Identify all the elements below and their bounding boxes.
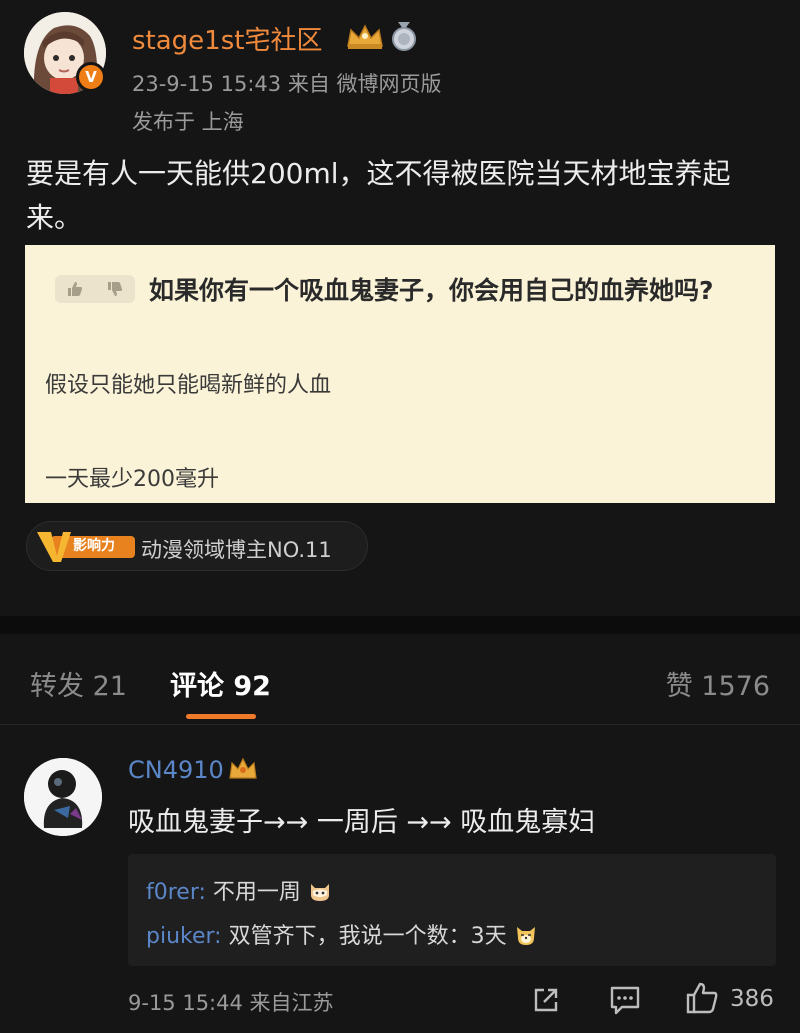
reply-text: 双管齐下，我说一个数：3天 bbox=[221, 924, 507, 949]
cat-emoji-icon bbox=[310, 884, 329, 901]
reply-username[interactable]: f0rer: bbox=[146, 880, 206, 905]
reply-item[interactable]: piuker: 双管齐下，我说一个数：3天 bbox=[146, 918, 538, 950]
post-text: 要是有人一天能供200ml，这不得被医院当天材地宝养起来。 bbox=[26, 157, 731, 234]
post-meta: 23-9-15 15:43 来自 微博网页版 bbox=[132, 72, 442, 96]
like-icon[interactable] bbox=[684, 980, 720, 1016]
influence-badge[interactable]: 影响力 动漫领域博主NO.11 bbox=[26, 521, 368, 571]
post-location: 发布于 上海 bbox=[132, 110, 244, 134]
comment-text: 吸血鬼妻子→→ 一周后 →→ 吸血鬼寡妇 bbox=[128, 807, 596, 838]
quote-card[interactable]: 如果你有一个吸血鬼妻子，你会用自己的血养她吗? 假设只能她只能喝新鲜的人血 一天… bbox=[25, 245, 775, 503]
quote-line: 假设只能她只能喝新鲜的人血 bbox=[45, 373, 332, 398]
tab-divider bbox=[0, 724, 800, 725]
reply-text: 不用一周 bbox=[205, 880, 301, 905]
vote-pill bbox=[55, 275, 135, 303]
tab-like[interactable]: 赞 1576 bbox=[666, 664, 770, 703]
quote-line: 一天最少200毫升 bbox=[45, 467, 219, 492]
influence-text: 动漫领域博主NO.11 bbox=[141, 538, 332, 562]
like-count: 386 bbox=[730, 986, 774, 1012]
crown-icon bbox=[347, 24, 383, 49]
dog-emoji-icon bbox=[516, 927, 535, 945]
active-tab-indicator bbox=[186, 714, 256, 719]
tab-repost[interactable]: 转发 21 bbox=[30, 664, 127, 703]
thumb-down-icon bbox=[108, 282, 122, 296]
comment-meta: 9-15 15:44 来自江苏 bbox=[128, 991, 334, 1015]
quote-title: 如果你有一个吸血鬼妻子，你会用自己的血养她吗? bbox=[149, 276, 714, 305]
commenter-avatar[interactable] bbox=[24, 758, 102, 836]
post-username[interactable]: stage1st宅社区 bbox=[132, 20, 322, 57]
section-divider bbox=[0, 616, 800, 634]
crown-icon bbox=[229, 757, 257, 779]
thumb-up-icon bbox=[68, 282, 82, 296]
influence-badge-label: 影响力 bbox=[73, 538, 115, 554]
replies-box[interactable]: f0rer: 不用一周 piuker: 双管齐下，我说一个数：3天 bbox=[128, 854, 776, 966]
verified-icon: V bbox=[76, 62, 106, 92]
reply-item[interactable]: f0rer: 不用一周 bbox=[146, 874, 332, 906]
comment-icon[interactable] bbox=[608, 984, 642, 1016]
medal-icon bbox=[392, 22, 416, 51]
tab-comment[interactable]: 评论 92 bbox=[170, 664, 271, 703]
commenter-username[interactable]: CN4910 bbox=[128, 756, 224, 784]
reply-username[interactable]: piuker: bbox=[146, 924, 222, 949]
share-icon[interactable] bbox=[530, 984, 562, 1016]
